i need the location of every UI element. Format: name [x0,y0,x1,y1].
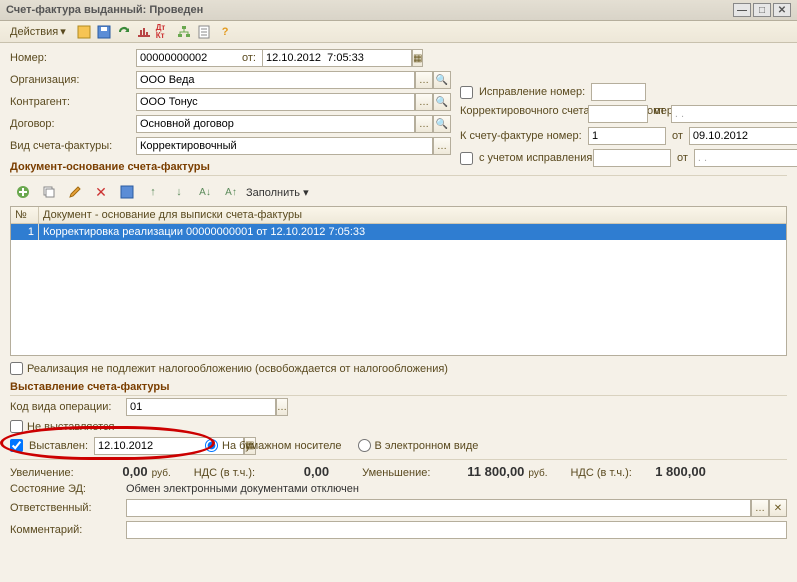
datetime-input[interactable] [262,49,412,67]
dots-icon[interactable]: … [433,137,451,155]
ot-label: от [672,130,683,142]
corr-num-checkbox[interactable] [460,86,473,99]
window-close-button[interactable]: ✕ [773,3,791,17]
ot-label: от [677,152,688,164]
increase-label: Увеличение: [10,467,74,479]
date-from-label: от: [242,52,256,64]
clear-icon[interactable]: ✕ [769,499,787,517]
edit-button[interactable] [64,181,86,203]
magnify-icon[interactable]: 🔍 [433,115,451,133]
ot-label: от [654,105,665,117]
to-sf-date-input[interactable] [689,127,797,145]
window-title: Счет-фактура выданный: Проведен [6,4,203,16]
ed-state-label: Состояние ЭД: [10,483,120,495]
electronic-radio[interactable]: В электронном виде [358,439,479,452]
save-icon[interactable] [96,24,112,40]
dots-icon[interactable]: … [751,499,769,517]
refresh-icon[interactable] [116,24,132,40]
documents-grid[interactable]: № Документ - основание для выписки счета… [10,206,787,356]
add-button[interactable] [12,181,34,203]
dt-kt-icon[interactable]: ДтКт [156,24,172,40]
corr-sf-date-input[interactable] [671,105,797,123]
comment-input[interactable] [126,521,787,539]
no-tax-label: Реализация не подлежит налогообложению (… [27,363,448,375]
op-code-label: Код вида операции: [10,401,120,413]
structure-icon[interactable] [176,24,192,40]
comment-label: Комментарий: [10,524,120,536]
table-row[interactable]: 1 Корректировка реализации 00000000001 о… [11,224,786,240]
to-sf-num-input[interactable] [588,127,666,145]
timeline-icon[interactable] [136,24,152,40]
contragent-label: Контрагент: [10,96,130,108]
org-input[interactable] [136,71,415,89]
help-button[interactable]: ? [216,24,235,40]
paper-radio[interactable]: На бумажном носителе [205,439,341,452]
op-code-input[interactable] [126,398,276,416]
with-corr-checkbox[interactable] [460,152,473,165]
dots-icon[interactable]: … [276,398,288,416]
sort-asc-button[interactable]: A↓ [194,181,216,203]
row-doc: Корректировка реализации 00000000001 от … [39,224,786,240]
grid-col-doc[interactable]: Документ - основание для выписки счета-ф… [39,207,786,223]
sf-type-input[interactable] [136,137,433,155]
move-down-button[interactable]: ↓ [168,181,190,203]
post-icon[interactable] [76,24,92,40]
not-issued-checkbox[interactable] [10,420,23,433]
not-issued-label: Не выставляется [27,421,115,433]
contragent-input[interactable] [136,93,415,111]
issued-checkbox[interactable] [10,439,23,452]
sf-type-label: Вид счета-фактуры: [10,140,130,152]
rub-label: руб. [152,468,171,479]
window-min-button[interactable]: — [733,3,751,17]
issue-section-header: Выставление счета-фактуры [10,381,787,396]
with-corr-num-input[interactable] [593,149,671,167]
with-corr-date-input[interactable] [694,149,797,167]
contract-input[interactable] [136,115,415,133]
fill-menu[interactable]: Заполнить ▾ [246,186,309,199]
calendar-icon[interactable]: ▦ [412,49,423,67]
issued-label: Выставлен: [29,440,88,452]
dots-icon[interactable]: … [415,71,433,89]
corr-sf-num-input[interactable] [588,105,648,123]
paper-label: На бумажном носителе [222,440,341,452]
corr-sf-label: Корректировочного счета-фактуры номер: [460,105,582,117]
dec-nds-sum: 1 800,00 [636,464,706,479]
responsible-label: Ответственный: [10,502,120,514]
report-icon[interactable] [196,24,212,40]
contract-label: Договор: [10,118,130,130]
no-tax-checkbox[interactable] [10,362,23,375]
dec-nds-label: НДС (в т.ч.): [570,467,631,479]
inc-nds-label: НДС (в т.ч.): [194,467,255,479]
chevron-down-icon: ▾ [303,187,309,199]
decrease-sum: 11 800,00 [434,464,524,479]
increase-sum: 0,00 [78,464,148,479]
corr-num-label: Исправление номер: [479,86,585,98]
corr-num-input[interactable] [591,83,646,101]
window-max-button[interactable]: □ [753,3,771,17]
rub-label: руб. [528,468,547,479]
delete-button[interactable]: ✕ [90,181,112,203]
number-label: Номер: [10,52,130,64]
fill-button-icon[interactable] [116,181,138,203]
to-sf-label: К счету-фактуре номер: [460,130,582,142]
magnify-icon[interactable]: 🔍 [433,93,451,111]
ed-state-value: Обмен электронными документами отключен [126,483,359,495]
row-num: 1 [11,224,39,240]
actions-menu[interactable]: Действия ▾ [4,23,72,40]
decrease-label: Уменьшение: [362,467,430,479]
electronic-label: В электронном виде [375,440,479,452]
grid-col-num[interactable]: № [11,207,39,223]
dots-icon[interactable]: … [415,93,433,111]
inc-nds-sum: 0,00 [259,464,329,479]
with-corr-label: с учетом исправления: [479,152,587,164]
move-up-button[interactable]: ↑ [142,181,164,203]
responsible-input[interactable] [126,499,751,517]
dots-icon[interactable]: … [415,115,433,133]
chevron-down-icon: ▾ [60,25,66,38]
sort-desc-button[interactable]: A↑ [220,181,242,203]
copy-button[interactable] [38,181,60,203]
magnify-icon[interactable]: 🔍 [433,71,451,89]
org-label: Организация: [10,74,130,86]
